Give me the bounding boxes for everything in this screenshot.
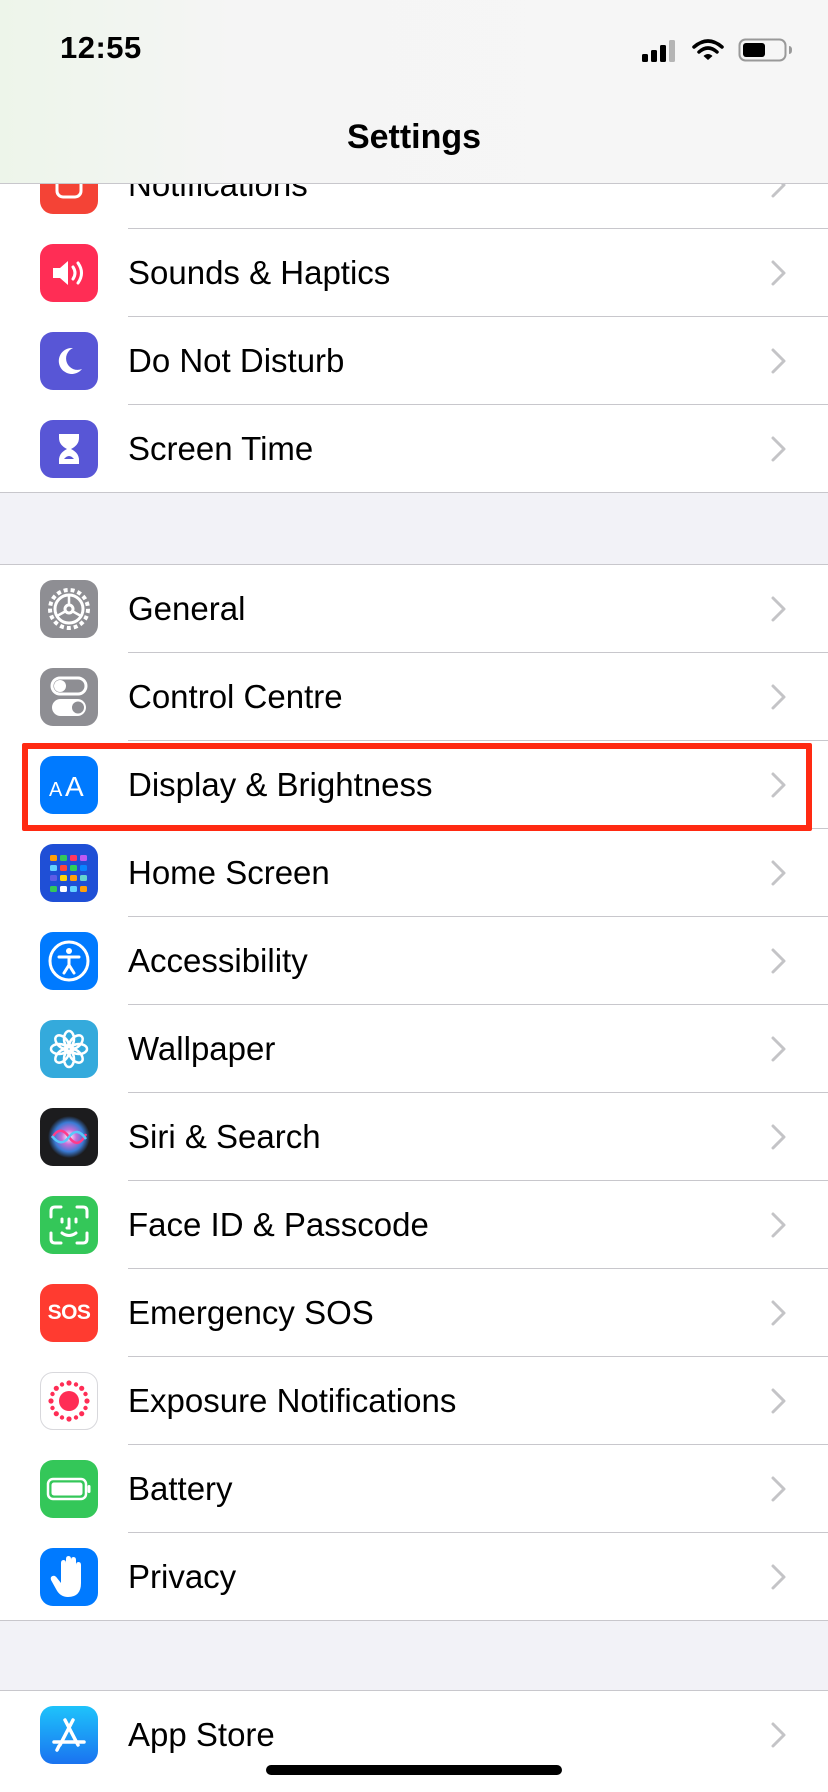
page-title: Settings xyxy=(346,118,482,156)
settings-row-label: Screen Time xyxy=(128,430,314,467)
chevron-right-icon xyxy=(771,596,786,622)
svg-text:A: A xyxy=(49,779,63,800)
status-time: 12:55 xyxy=(60,30,142,65)
chevron-right-icon xyxy=(771,260,786,286)
settings-list[interactable]: Notifications Sounds & Haptics Do Not Di… xyxy=(0,0,828,1792)
toggles-icon xyxy=(40,668,98,726)
sos-icon: SOS xyxy=(40,1284,98,1342)
settings-row-general[interactable]: General xyxy=(0,565,828,653)
settings-row-label: General xyxy=(128,590,246,627)
moon-icon xyxy=(40,332,98,390)
chevron-right-icon xyxy=(771,684,786,710)
chevron-right-icon xyxy=(771,948,786,974)
siri-icon xyxy=(40,1108,98,1166)
navigation-header: 12:55 Settings xyxy=(0,0,828,184)
chevron-right-icon xyxy=(771,1124,786,1150)
chevron-right-icon xyxy=(771,1212,786,1238)
settings-row-label: Sounds & Haptics xyxy=(128,254,391,291)
settings-row-control-centre[interactable]: Control Centre xyxy=(0,653,828,741)
hourglass-icon xyxy=(40,420,98,478)
settings-row-face-id[interactable]: Face ID & Passcode xyxy=(0,1181,828,1269)
gear-icon xyxy=(40,580,98,638)
settings-row-label: Exposure Notifications xyxy=(128,1382,457,1419)
settings-group-1: Notifications Sounds & Haptics Do Not Di… xyxy=(0,140,828,493)
chevron-right-icon xyxy=(771,1300,786,1326)
settings-row-label: Siri & Search xyxy=(128,1118,321,1155)
settings-row-label: Display & Brightness xyxy=(128,766,433,803)
hand-icon xyxy=(40,1548,98,1606)
wifi-icon xyxy=(692,39,724,60)
svg-text:A: A xyxy=(65,771,84,800)
chevron-right-icon xyxy=(771,860,786,886)
settings-row-accessibility[interactable]: Accessibility xyxy=(0,917,828,1005)
settings-group-3: App Store xyxy=(0,1690,828,1792)
settings-row-exposure-notifications[interactable]: Exposure Notifications xyxy=(0,1357,828,1445)
settings-row-label: Control Centre xyxy=(128,678,343,715)
settings-row-wallpaper[interactable]: Wallpaper xyxy=(0,1005,828,1093)
battery-status-icon xyxy=(738,38,792,62)
battery-icon xyxy=(40,1460,98,1518)
app-grid-icon xyxy=(40,844,98,902)
settings-row-label: Face ID & Passcode xyxy=(128,1206,429,1243)
chevron-right-icon xyxy=(771,1722,786,1748)
settings-row-privacy[interactable]: Privacy xyxy=(0,1533,828,1621)
settings-row-label: Home Screen xyxy=(128,854,330,891)
chevron-right-icon xyxy=(771,1476,786,1502)
flower-icon xyxy=(40,1020,98,1078)
settings-group-2: General Control Centre A A Display & Bri… xyxy=(0,564,828,1621)
settings-row-battery[interactable]: Battery xyxy=(0,1445,828,1533)
settings-row-label: Do Not Disturb xyxy=(128,342,345,379)
chevron-right-icon xyxy=(771,1036,786,1062)
cellular-signal-icon xyxy=(642,38,678,62)
settings-row-siri-search[interactable]: Siri & Search xyxy=(0,1093,828,1181)
settings-row-display-brightness[interactable]: A A Display & Brightness xyxy=(0,741,828,829)
settings-row-label: App Store xyxy=(128,1716,275,1753)
chevron-right-icon xyxy=(771,1388,786,1414)
chevron-right-icon xyxy=(771,772,786,798)
face-id-icon xyxy=(40,1196,98,1254)
settings-row-screen-time[interactable]: Screen Time xyxy=(0,405,828,493)
settings-row-sounds[interactable]: Sounds & Haptics xyxy=(0,229,828,317)
settings-row-do-not-disturb[interactable]: Do Not Disturb xyxy=(0,317,828,405)
status-icons xyxy=(642,36,794,64)
settings-row-emergency-sos[interactable]: SOS Emergency SOS xyxy=(0,1269,828,1357)
exposure-icon xyxy=(40,1372,98,1430)
settings-row-label: Accessibility xyxy=(128,942,308,979)
settings-row-label: Wallpaper xyxy=(128,1030,276,1067)
settings-row-label: Privacy xyxy=(128,1558,237,1595)
settings-row-label: Battery xyxy=(128,1470,233,1507)
chevron-right-icon xyxy=(771,348,786,374)
home-indicator[interactable] xyxy=(266,1765,562,1775)
app-store-icon xyxy=(40,1706,98,1764)
text-size-icon: A A xyxy=(40,756,98,814)
sos-icon-text: SOS xyxy=(47,1301,91,1324)
speaker-icon xyxy=(40,244,98,302)
settings-row-home-screen[interactable]: Home Screen xyxy=(0,829,828,917)
chevron-right-icon xyxy=(771,1564,786,1590)
accessibility-icon xyxy=(40,932,98,990)
settings-row-label: Emergency SOS xyxy=(128,1294,374,1331)
chevron-right-icon xyxy=(771,436,786,462)
